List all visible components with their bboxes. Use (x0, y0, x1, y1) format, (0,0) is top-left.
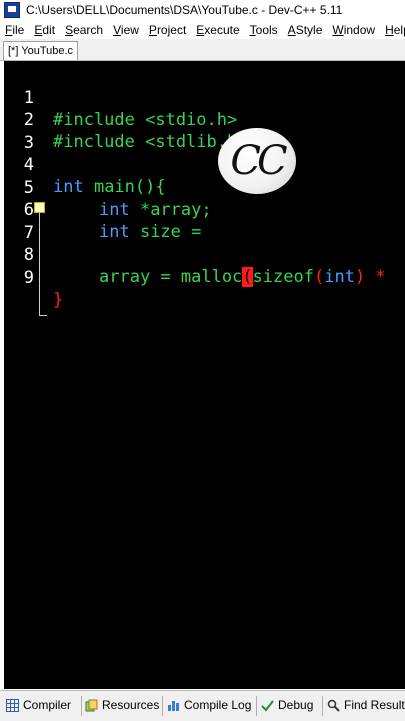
tab-find-results[interactable]: Find Results (327, 696, 405, 714)
code-line-5: 5 int *array; (4, 155, 405, 220)
menu-project[interactable]: Project (144, 23, 191, 37)
menu-view[interactable]: View (108, 23, 144, 37)
tab-divider (322, 696, 323, 716)
menu-search[interactable]: Search (60, 23, 108, 37)
menu-window[interactable]: Window (327, 23, 380, 37)
menu-help[interactable]: Help (380, 23, 405, 37)
tab-divider (162, 696, 163, 716)
tab-youtube-c[interactable]: [*] YouTube.c (3, 41, 79, 60)
tab-divider (256, 696, 257, 716)
code-line-9: 9 } (4, 245, 405, 310)
title-bar: C:\Users\DELL\Documents\DSA\YouTube.c - … (0, 0, 405, 20)
menu-edit[interactable]: Edit (29, 23, 60, 37)
code-line-4: 4 int main(){ (4, 132, 405, 197)
bottom-panel-tabs: Compiler Resources Compile Log Debug Fin… (0, 690, 405, 721)
menu-execute[interactable]: Execute (191, 23, 244, 37)
code-line-2: 2 #include <stdlib.h> (4, 87, 405, 152)
tab-divider (81, 696, 82, 716)
tab-compiler[interactable]: Compiler (6, 696, 71, 714)
resources-icon (85, 699, 98, 712)
compiler-grid-icon (6, 698, 19, 712)
menu-tools[interactable]: Tools (245, 23, 283, 37)
checkmark-icon (261, 699, 274, 712)
devcpp-app-icon (4, 2, 20, 18)
code-line-7: 7 (4, 200, 405, 243)
code-line-8: 8 array = malloc(sizeof(int) * (4, 222, 405, 287)
line-number: 9 (23, 268, 34, 288)
tab-compile-log[interactable]: Compile Log (167, 696, 251, 714)
matched-paren: ( (242, 267, 253, 287)
menu-bar: File Edit Search View Project Execute To… (0, 20, 405, 39)
cc-watermark-logo: CC (218, 128, 296, 194)
bar-chart-icon (167, 699, 180, 712)
code-editor[interactable]: 1 #include <stdio.h> 2 #include <stdlib.… (4, 61, 405, 689)
code-line-1: 1 #include <stdio.h> (4, 65, 405, 130)
line-text: array = malloc(sizeof(int) * (99, 267, 386, 287)
fold-guide-end (39, 315, 47, 316)
tab-debug[interactable]: Debug (261, 696, 313, 714)
editor-tab-strip: [*] YouTube.c (0, 39, 405, 61)
menu-file[interactable]: File (0, 23, 29, 37)
code-line-6: 6 int size = (4, 177, 405, 242)
code-line-3: 3 (4, 110, 405, 153)
magnifier-icon (327, 699, 340, 712)
tab-resources[interactable]: Resources (85, 696, 159, 714)
line-text: } (53, 290, 64, 310)
menu-astyle[interactable]: AStyle (283, 23, 328, 37)
window-title: C:\Users\DELL\Documents\DSA\YouTube.c - … (26, 3, 343, 17)
